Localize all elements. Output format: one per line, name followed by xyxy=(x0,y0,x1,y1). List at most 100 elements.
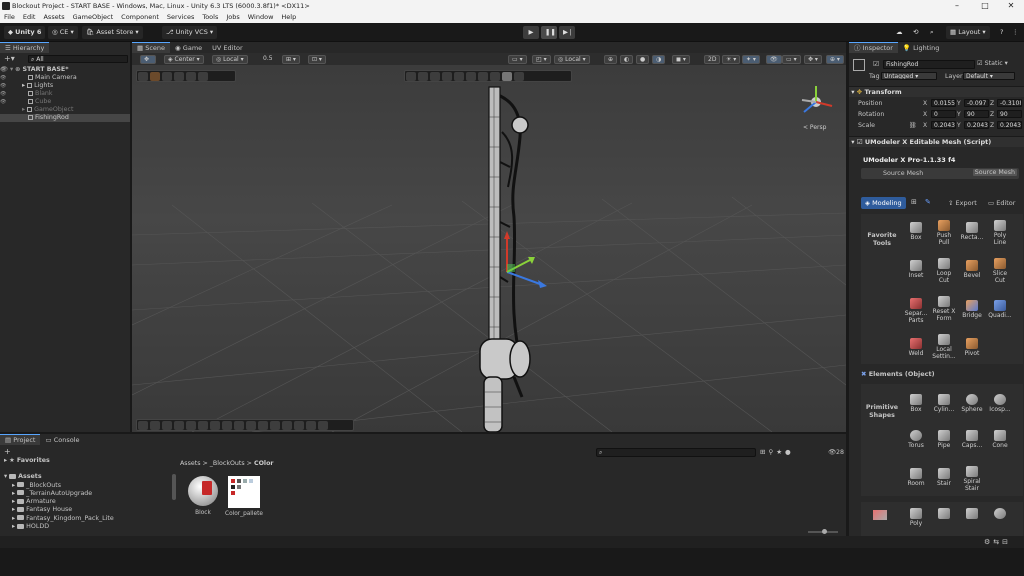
tool-weld[interactable]: Weld xyxy=(903,338,929,357)
tool-push-pull[interactable]: Push Pull xyxy=(931,220,957,246)
assets-node[interactable]: ▾ Assets xyxy=(0,473,176,481)
rotation-x[interactable]: 0 xyxy=(931,110,956,118)
grid-snap-icon[interactable]: ⊞ ▾ xyxy=(282,55,300,64)
tool-reset-x-form[interactable]: Reset X Form xyxy=(931,296,957,322)
scale-z[interactable]: 0.2043 xyxy=(997,121,1022,129)
lit-icon[interactable]: ● xyxy=(636,55,650,64)
more-icon[interactable]: ⋮ xyxy=(1008,26,1023,39)
tool-rectangle[interactable]: Recta... xyxy=(959,222,985,241)
zoom-slider[interactable] xyxy=(808,529,838,534)
link-icon[interactable]: ⛓ xyxy=(909,122,917,129)
scale-x[interactable]: 0.2043 xyxy=(931,121,956,129)
tool-slice-cut[interactable]: Slice Cut xyxy=(987,258,1013,284)
overlay-tool-icon[interactable] xyxy=(294,421,304,430)
menu-component[interactable]: Component xyxy=(117,12,163,23)
history-icon[interactable]: ⟲ xyxy=(909,26,922,39)
breadcrumb-blockouts[interactable]: _BlockOuts xyxy=(210,460,245,467)
edge-icon[interactable] xyxy=(430,72,440,81)
active-checkbox[interactable]: ☑ xyxy=(873,60,879,68)
overlay-tool-icon[interactable] xyxy=(174,421,184,430)
layer-dropdown[interactable]: Default ▾ xyxy=(963,72,1015,80)
overlay-tool-icon[interactable] xyxy=(282,421,292,430)
minimize-button[interactable]: – xyxy=(946,0,968,12)
project-search[interactable]: ⌕ xyxy=(596,448,756,457)
overlay-tool-icon[interactable] xyxy=(270,421,280,430)
position-y[interactable]: -0.097 xyxy=(964,99,989,107)
snap-value[interactable]: 0.5 xyxy=(260,55,276,64)
menu-services[interactable]: Services xyxy=(163,12,198,23)
rect-tool-icon[interactable] xyxy=(186,72,196,81)
tool-poly[interactable]: Poly xyxy=(903,508,929,527)
tool-pivot[interactable]: Pivot xyxy=(959,338,985,357)
editor-tab[interactable]: ▭ Editor xyxy=(985,197,1018,209)
position-x[interactable]: 0.0155 xyxy=(931,99,956,107)
elements-header[interactable]: ✖ Elements (Object) xyxy=(861,368,1023,380)
primitive-icosphere[interactable]: Icosp... xyxy=(987,394,1013,413)
tool-box[interactable]: Box xyxy=(903,222,929,241)
hand-tool-icon[interactable] xyxy=(138,72,148,81)
menu-jobs[interactable]: Jobs xyxy=(222,12,243,23)
add-icon[interactable]: +▾ xyxy=(4,55,15,63)
wireframe-icon[interactable]: ⊕ xyxy=(604,55,618,64)
tool-bridge[interactable]: Bridge xyxy=(959,300,985,319)
object-name-field[interactable]: FishingRod xyxy=(883,60,975,69)
transform-tool-icon[interactable] xyxy=(198,72,208,81)
help-icon[interactable]: ? xyxy=(996,26,1007,39)
play-button[interactable]: ▶ xyxy=(523,26,539,39)
gizmos-icon[interactable]: ✥ ▾ xyxy=(804,55,822,64)
tab-console[interactable]: ▭ Console xyxy=(40,435,84,446)
overlay-tool-icon[interactable] xyxy=(162,421,172,430)
maximize-button[interactable]: □ xyxy=(974,0,996,12)
breadcrumb-assets[interactable]: Assets xyxy=(180,460,201,467)
menu-help[interactable]: Help xyxy=(277,12,300,23)
visibility-icon[interactable]: 👁 xyxy=(766,55,782,64)
tab-project[interactable]: ▤ Project xyxy=(0,434,41,445)
folder-item[interactable]: ▸ Armature xyxy=(0,498,176,506)
primitive-pipe[interactable]: Pipe xyxy=(931,430,957,449)
rotation-z[interactable]: 90 xyxy=(997,110,1022,118)
globe-icon[interactable]: ⊕ ▾ xyxy=(826,55,844,64)
umodeler-component-header[interactable]: ▾ ☑ UModeler X Editable Mesh (Script) xyxy=(849,136,1024,147)
hierarchy-search[interactable]: ⌕ All xyxy=(28,55,128,63)
tab-inspector[interactable]: ⓘ Inspector xyxy=(849,42,898,53)
primitive-room[interactable]: Room xyxy=(903,468,929,487)
tool-separate-parts[interactable]: Separ... Parts xyxy=(903,298,929,324)
shading-mode-icon[interactable]: ◑ xyxy=(652,55,666,64)
primitive-cylinder[interactable]: Cylin... xyxy=(931,394,957,413)
close-button[interactable]: ✕ xyxy=(1000,0,1022,12)
umodeler-icon[interactable] xyxy=(406,72,416,81)
cloud-icon[interactable]: ☁ xyxy=(892,26,907,39)
tool-circle[interactable] xyxy=(987,508,1013,520)
tab-lighting[interactable]: 💡 Lighting xyxy=(898,43,944,54)
add-asset-icon[interactable]: + xyxy=(4,447,11,456)
vcs-button[interactable]: ⎇ Unity VCS ▾ xyxy=(162,26,218,39)
overlay-tool-icon[interactable] xyxy=(138,421,148,430)
folder-item[interactable]: ▸ _TerrainAutoUpgrade xyxy=(0,490,176,498)
folder-item[interactable]: ▸ HOLDD xyxy=(0,523,176,531)
folder-item[interactable]: ▸ _BlockOuts xyxy=(0,482,176,490)
overlay-tool-icon[interactable] xyxy=(306,421,316,430)
camera-options-icon[interactable]: ▭ ▾ xyxy=(508,55,527,64)
transform-header[interactable]: ▾ ✥ Transform xyxy=(849,86,1024,97)
export-tab[interactable]: ⇪ Export xyxy=(945,197,980,209)
favorites-node[interactable]: ▸ ★ Favorites xyxy=(0,457,176,465)
scale-y[interactable]: 0.2043 xyxy=(964,121,989,129)
menu-tools[interactable]: Tools xyxy=(198,12,222,23)
tool-rect[interactable] xyxy=(959,508,985,520)
bottom-overlay[interactable] xyxy=(136,419,354,431)
orientation-icon[interactable]: ◰ ▾ xyxy=(532,55,551,64)
rotation-y[interactable]: 90 xyxy=(964,110,989,118)
scale-tool-icon[interactable] xyxy=(174,72,184,81)
tool-arc[interactable] xyxy=(931,508,957,520)
audio-icon[interactable]: ▭ ▾ xyxy=(782,55,801,64)
tab-scene[interactable]: ▦ Scene xyxy=(132,42,171,53)
pivot-dropdown[interactable]: ◈ Center ▾ xyxy=(164,55,204,64)
tag-dropdown[interactable]: Untagged ▾ xyxy=(881,72,937,80)
scene-view[interactable]: ▦ Scene ◉ Game UV Editor ✥ ◈ Center ▾ ◎ Lo… xyxy=(132,42,846,432)
ce-button[interactable]: ◎ CE ▾ xyxy=(48,26,78,39)
persp-label[interactable]: < Persp xyxy=(803,124,826,131)
move-gizmo[interactable] xyxy=(492,227,552,297)
asset-color-pallete[interactable]: Color_pallete xyxy=(224,476,264,522)
hierarchy-mode-icon[interactable]: ⊞ xyxy=(911,198,917,206)
status-icons[interactable]: ⚙⇆⊟ xyxy=(984,538,1011,546)
